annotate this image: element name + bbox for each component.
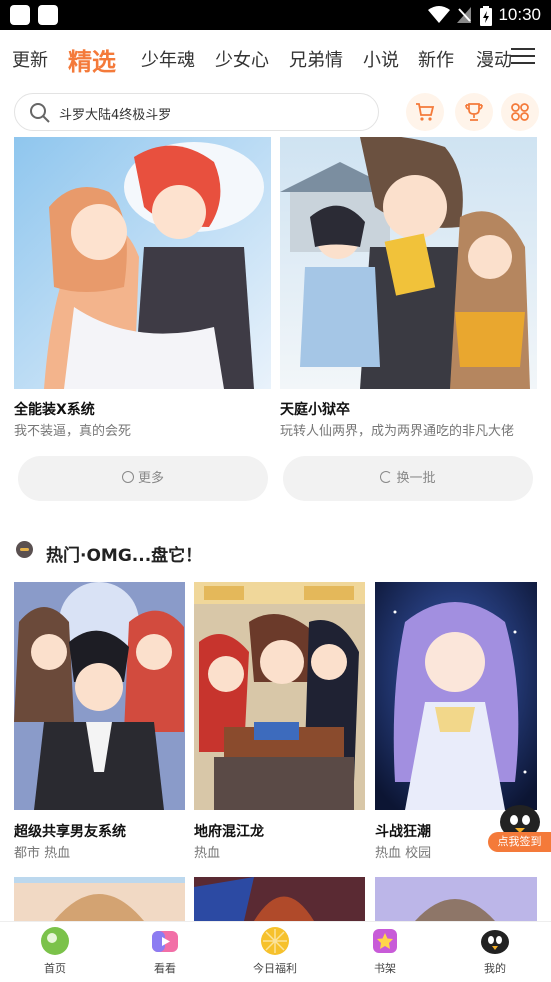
featured-cover-1[interactable] bbox=[14, 137, 271, 389]
cart-button[interactable] bbox=[406, 93, 444, 131]
section-title: 热门·OMG...盘它！ bbox=[46, 546, 203, 566]
hot-title-1[interactable]: 超级共享男友系统 bbox=[14, 821, 126, 841]
featured-title-1[interactable]: 全能装X系统 bbox=[14, 399, 95, 419]
no-signal-icon bbox=[457, 7, 471, 23]
comic-cover-image bbox=[14, 137, 271, 389]
featured-title-2[interactable]: 天庭小狱卒 bbox=[280, 399, 350, 419]
hot-cover-1[interactable] bbox=[14, 582, 185, 810]
search-placeholder: 斗罗大陆4终极斗罗 bbox=[59, 108, 172, 123]
home-icon bbox=[41, 927, 69, 955]
welfare-icon bbox=[261, 927, 289, 955]
nav-bookshelf[interactable]: 书架 bbox=[330, 922, 440, 982]
tab-featured[interactable]: 精选 bbox=[68, 42, 116, 77]
profile-icon bbox=[481, 930, 509, 954]
tab-updates[interactable]: 更新 bbox=[12, 46, 48, 72]
comic-cover-image bbox=[14, 877, 185, 921]
categories-button[interactable] bbox=[501, 93, 539, 131]
checkin-label: 点我签到 bbox=[488, 832, 551, 852]
nav-label: 书架 bbox=[374, 962, 396, 975]
nav-profile[interactable]: 我的 bbox=[440, 922, 550, 982]
video-icon bbox=[152, 931, 178, 952]
refresh-label: 换一批 bbox=[396, 471, 436, 486]
menu-icon[interactable] bbox=[511, 46, 535, 66]
notification-icon bbox=[10, 5, 30, 25]
tab-animation[interactable]: 漫动 bbox=[476, 46, 512, 72]
nav-label: 首页 bbox=[44, 962, 66, 975]
grid-icon bbox=[511, 103, 529, 121]
nav-watch[interactable]: 看看 bbox=[110, 922, 220, 982]
hot-title-2[interactable]: 地府混江龙 bbox=[194, 821, 264, 841]
refresh-button[interactable]: 换一批 bbox=[283, 456, 533, 501]
nav-label: 我的 bbox=[484, 962, 506, 975]
checkin-button[interactable]: 点我签到 bbox=[488, 800, 551, 860]
more-button[interactable]: 更多 bbox=[18, 456, 268, 501]
comic-cover-image bbox=[280, 137, 537, 389]
featured-subtitle-1: 我不装逼，真的会死 bbox=[14, 424, 132, 439]
category-tabs: 更新 精选 少年魂 少女心 兄弟情 小说 新作 漫动 bbox=[0, 30, 551, 85]
bottom-nav: 首页 看看 今日福利 书架 我的 bbox=[0, 921, 551, 981]
bookshelf-icon bbox=[373, 929, 397, 953]
tab-shounen[interactable]: 少年魂 bbox=[141, 46, 195, 72]
more-label: 更多 bbox=[137, 471, 164, 486]
cart-icon bbox=[416, 103, 435, 121]
comic-cover-image bbox=[375, 582, 537, 810]
comic-cover-image bbox=[194, 582, 365, 810]
nav-welfare[interactable]: 今日福利 bbox=[220, 922, 330, 982]
comic-cover-image bbox=[415, 899, 495, 921]
search-bar[interactable]: 斗罗大陆4终极斗罗 bbox=[14, 93, 379, 131]
nav-label: 今日福利 bbox=[253, 962, 297, 975]
comic-cover-image bbox=[194, 877, 314, 921]
battery-icon bbox=[480, 6, 492, 26]
more-icon bbox=[121, 471, 134, 483]
featured-subtitle-2: 玩转人仙两界，成为两界通吃的非凡大佬 bbox=[280, 424, 515, 439]
trophy-icon bbox=[465, 103, 483, 121]
tab-new[interactable]: 新作 bbox=[418, 46, 454, 72]
hot-tags-3: 热血 校园 bbox=[375, 846, 432, 861]
hot-cover-3[interactable] bbox=[375, 582, 537, 810]
hot-tags-2: 热血 bbox=[194, 846, 221, 861]
hot-title-3[interactable]: 斗战狂潮 bbox=[375, 821, 431, 841]
hot-cover-2[interactable] bbox=[194, 582, 365, 810]
hot-tags-1: 都市 热血 bbox=[14, 846, 71, 861]
tab-novel[interactable]: 小说 bbox=[363, 46, 399, 72]
search-icon bbox=[30, 103, 50, 123]
status-bar: 10:30 bbox=[0, 0, 551, 30]
ranking-button[interactable] bbox=[455, 93, 493, 131]
status-time: 10:30 bbox=[498, 5, 541, 24]
tab-shoujo[interactable]: 少女心 bbox=[215, 46, 269, 72]
refresh-icon bbox=[380, 471, 393, 483]
tab-brotherhood[interactable]: 兄弟情 bbox=[289, 46, 343, 72]
nav-label: 看看 bbox=[154, 962, 176, 975]
featured-cover-2[interactable] bbox=[280, 137, 537, 389]
next-cover-2[interactable] bbox=[194, 877, 365, 921]
next-cover-3[interactable] bbox=[375, 877, 537, 921]
next-cover-1[interactable] bbox=[14, 877, 185, 921]
nav-home[interactable]: 首页 bbox=[0, 922, 110, 982]
section-icon bbox=[16, 541, 33, 558]
wifi-icon bbox=[428, 6, 450, 23]
comic-cover-image bbox=[14, 582, 185, 810]
notification-icon bbox=[38, 5, 58, 25]
